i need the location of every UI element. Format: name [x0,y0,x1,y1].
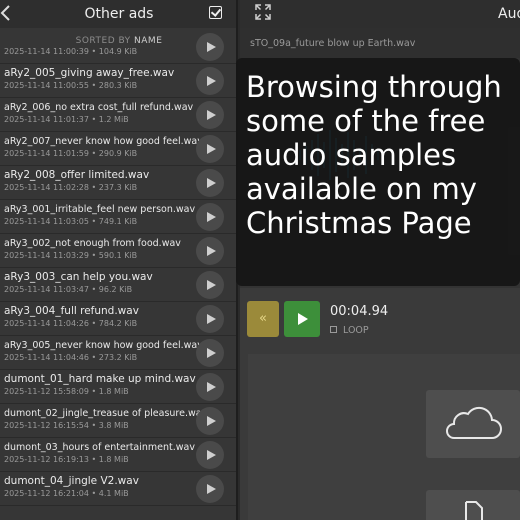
document-button[interactable] [426,490,520,520]
file-name: aRy3_002_not enough from food.wav [4,238,181,249]
loop-toggle[interactable]: LOOP [330,325,369,336]
play-icon[interactable] [196,135,224,163]
file-name: aRy2_006_no extra cost_full refund.wav [4,102,194,113]
play-icon[interactable] [196,305,224,333]
play-icon[interactable] [196,441,224,469]
list-item[interactable]: aRy3_002_not enough from food.wav 2025-1… [0,234,236,268]
player-title: Audi [498,6,520,22]
file-meta: 2025-11-14 11:03:05 • 749.1 KiB [4,217,138,226]
document-icon [465,501,483,520]
file-meta: 2025-11-12 16:21:04 • 4.1 MiB [4,489,129,498]
list-item[interactable]: aRy3_005_never know how good feel.wav 20… [0,336,236,370]
file-meta: 2025-11-14 11:00:55 • 280.3 KiB [4,81,138,90]
list-item[interactable]: aRy3_004_full refund.wav 2025-11-14 11:0… [0,302,236,336]
play-icon[interactable] [196,475,224,503]
file-meta: 2025-11-14 11:01:37 • 1.2 MiB [4,115,129,124]
expand-icon[interactable] [255,4,271,20]
cloud-icon [446,406,502,439]
file-meta: 2025-11-14 11:02:28 • 237.3 KiB [4,183,138,192]
list-item[interactable]: 2025-11-14 11:00:39 • 104.9 KiB [0,30,236,64]
list-item[interactable]: aRy3_003_can help you.wav 2025-11-14 11:… [0,268,236,302]
file-meta: 2025-11-14 11:00:39 • 104.9 KiB [4,47,138,56]
file-name: aRy2_008_offer limited.wav [4,169,150,181]
play-icon[interactable] [196,203,224,231]
file-meta: 2025-11-12 16:19:13 • 1.8 MiB [4,455,129,464]
current-file-name: sTO_09a_future blow up Earth.wav [250,38,416,49]
current-file-bar: sTO_09a_future blow up Earth.wav [240,28,520,58]
lower-area [240,350,520,520]
file-meta: 2025-11-14 11:03:29 • 590.1 KiB [4,251,138,260]
loop-checkbox[interactable] [330,326,337,333]
file-meta: 2025-11-12 15:58:09 • 1.8 MiB [4,387,129,396]
play-icon[interactable] [196,407,224,435]
time-display: 00:04.94 [330,304,389,319]
file-name: dumont_01_hard make up mind.wav [4,373,196,385]
file-name: aRy3_004_full refund.wav [4,305,139,317]
list-item[interactable]: aRy2_006_no extra cost_full refund.wav 2… [0,98,236,132]
file-name: aRy3_005_never know how good feel.wav [4,340,203,351]
list-item[interactable]: dumont_02_jingle_treasue of pleasure.wav… [0,404,236,438]
cloud-button[interactable] [426,390,520,458]
file-name: dumont_04_jingle V2.wav [4,475,139,487]
file-meta: 2025-11-14 11:04:26 • 784.2 KiB [4,319,138,328]
play-icon[interactable] [196,67,224,95]
file-name: aRy3_003_can help you.wav [4,271,153,283]
file-browser-panel: Other ads SORTED BY NAME 2025-11-14 11:0… [0,0,238,520]
list-item[interactable]: aRy2_005_giving away_free.wav 2025-11-14… [0,64,236,98]
list-item[interactable]: dumont_04_jingle V2.wav 2025-11-12 16:21… [0,472,236,506]
file-name: aRy3_001_irritable_feel new person.wav [4,204,196,215]
play-icon[interactable] [196,237,224,265]
file-meta: 2025-11-12 16:15:54 • 3.8 MiB [4,421,129,430]
play-icon[interactable] [196,101,224,129]
play-icon[interactable] [196,169,224,197]
play-icon[interactable] [196,271,224,299]
list-item[interactable]: aRy2_008_offer limited.wav 2025-11-14 11… [0,166,236,200]
play-button[interactable] [284,301,320,337]
file-name: dumont_03_hours of entertainment.wav [4,442,195,453]
checkbox-checked-icon[interactable] [209,6,222,19]
rewind-button[interactable]: « [247,301,279,337]
caption-text: Browsing through some of the free audio … [246,70,502,240]
list-item[interactable]: aRy3_001_irritable_feel new person.wav 2… [0,200,236,234]
play-icon[interactable] [196,339,224,367]
chevron-left-icon[interactable] [0,3,14,23]
file-browser-header: Other ads [0,0,236,28]
play-icon[interactable] [196,33,224,61]
caption-overlay: Browsing through some of the free audio … [236,58,520,286]
loop-label: LOOP [343,325,369,336]
list-item[interactable]: aRy2_007_never know how good feel.wav 20… [0,132,236,166]
file-meta: 2025-11-14 11:01:59 • 290.9 KiB [4,149,138,158]
file-name: aRy2_005_giving away_free.wav [4,67,175,79]
file-name: aRy2_007_never know how good feel.wav [4,136,203,147]
play-icon[interactable] [196,373,224,401]
list-item[interactable]: dumont_01_hard make up mind.wav 2025-11-… [0,370,236,404]
player-header: Audi [240,0,520,28]
file-meta: 2025-11-14 11:03:47 • 96.2 KiB [4,285,133,294]
page-title: Other ads [84,6,154,22]
list-item[interactable]: dumont_03_hours of entertainment.wav 202… [0,438,236,472]
playback-controls: « 00:04.94 LOOP [240,288,520,350]
file-name: dumont_02_jingle_treasue of pleasure.wav [4,408,208,419]
file-meta: 2025-11-14 11:04:46 • 273.2 KiB [4,353,138,362]
